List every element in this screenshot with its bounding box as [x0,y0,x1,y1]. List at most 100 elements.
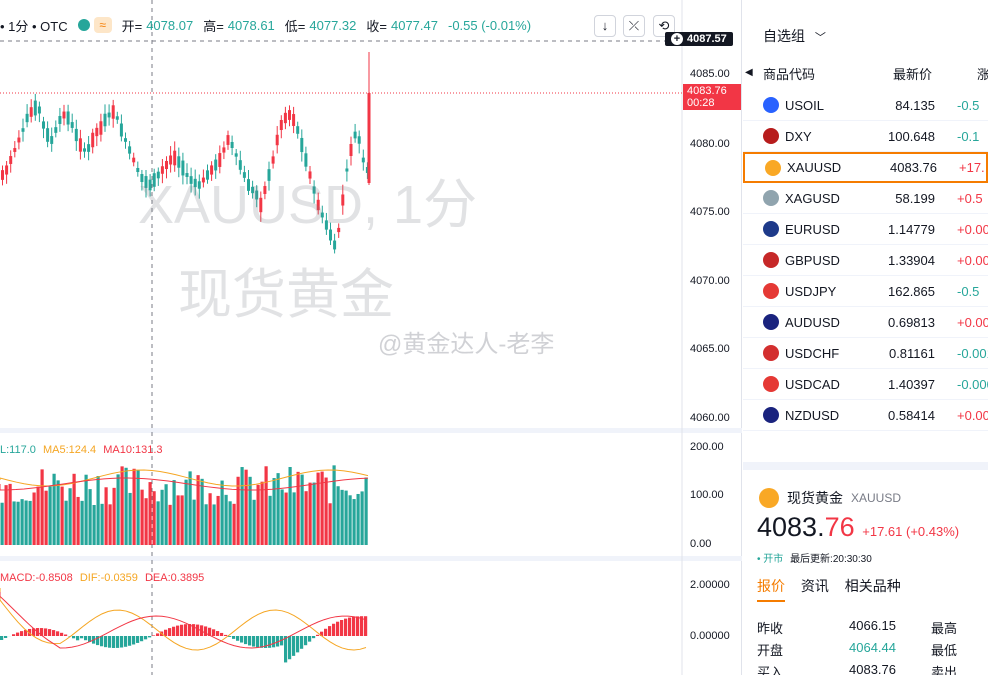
volume-bar [180,495,184,545]
col-symbol[interactable]: 商品代码 [763,64,815,83]
crosshair-price-tag: +4087.57 [665,32,733,46]
row-change: +17. [959,160,985,175]
plus-icon[interactable]: + [671,33,683,45]
open-label: 开= [121,18,143,34]
col-change[interactable]: 涨 [977,64,988,83]
volume-bar [64,500,68,545]
macd-bar [0,636,4,640]
flag-icon [763,221,779,237]
watchlist-row[interactable]: USDCHF 0.81161 -0.001 [743,338,988,369]
volume-bar [176,495,180,545]
watchlist-row[interactable]: USDCAD 1.40397 -0.000 [743,369,988,400]
volume-bar [116,474,120,545]
tab-related[interactable]: 相关品种 [845,578,901,594]
volume-bar [344,490,348,545]
macd-bar [236,636,240,641]
candle-body [21,128,25,132]
chart-area[interactable]: • 1分 • OTC ≈ 开= 4078.07 高= 4078.61 低= 4077.… [0,0,742,675]
watchlist-row[interactable]: XAUUSD 4083.76 +17. [743,152,988,183]
watchlist-row[interactable]: USOIL 84.135 -0.5 [743,90,988,121]
candle-body [349,143,353,157]
volume-bar [164,484,168,545]
row-last: 0.81161 [888,345,935,361]
macd-bar [120,636,124,648]
volume-bar [168,504,172,545]
macd-bar [72,636,76,639]
candle-body [87,144,91,152]
volume-bar [276,473,280,545]
watchlist-row[interactable]: DXY 100.648 -0.1 [743,121,988,152]
candle-body [279,119,283,131]
volume-bar [304,491,308,545]
candle-body [140,174,144,182]
candle-body [345,168,349,172]
candle-body [103,113,107,127]
volume-bar [220,480,224,545]
macd-bar [224,634,228,636]
candle-body [17,137,21,143]
macd-bar [108,636,112,648]
row-symbol: USDCHF [785,345,840,361]
updated-time: 最后更新:20:30:30 [790,554,872,565]
candle-body [283,112,287,124]
candle-body [308,171,312,179]
watchlist-dropdown[interactable]: 自选组 ﹀ [763,26,826,46]
macd-bar [180,624,184,636]
candle-body [357,136,361,144]
candle-body [136,167,140,173]
candle-body [333,240,337,250]
row-change: +0.002 [957,252,988,268]
candle-body [33,100,37,116]
dif-value: DIF:-0.0359 [79,572,138,584]
col-last[interactable]: 最新价 [893,64,932,83]
volume-bar [32,492,36,545]
macd-bar [52,630,56,636]
candle-body [300,137,304,153]
macd-bar [80,636,84,639]
interval-label[interactable]: • 1分 • OTC [0,16,68,35]
candle-body [132,157,136,163]
macd-bar [352,616,356,636]
gold-icon [759,488,779,508]
watchlist-title: 自选组 [763,28,805,44]
macd-bar [156,633,160,636]
volume-bar [324,477,328,545]
watchlist-row[interactable]: AUDUSD 0.69813 +0.002 [743,307,988,338]
tab-news[interactable]: 资讯 [801,578,829,594]
watchlist-row[interactable]: GBPUSD 1.33904 +0.002 [743,245,988,276]
candle-body [148,179,152,191]
chevron-down-icon: ﹀ [814,32,826,44]
watchlist-row[interactable]: USDJPY 162.865 -0.5 [743,276,988,307]
sort-icon[interactable]: ◀ [745,67,753,78]
tab-quote[interactable]: 报价 [757,578,785,602]
volume-bar [148,482,152,545]
volume-legend: L:117.0 MA5:124.4 MA10:131.3 [0,444,163,456]
volume-axis-label: 200.00 [690,441,724,453]
candle-body [156,171,160,179]
volume-bar [240,467,244,545]
volume-bar [328,503,332,545]
watchlist-row[interactable]: EURUSD 1.14779 +0.001 [743,214,988,245]
candle-body [242,172,246,178]
volume-bar [184,479,188,545]
volume-bar [48,486,52,545]
watchlist-row[interactable]: XAGUSD 58.199 +0.5 [743,183,988,214]
collapse-icon[interactable]: ⤫ [623,15,645,37]
volume-bar [348,495,352,545]
arrow-down-icon[interactable]: ↓ [594,15,616,37]
candle-body [247,179,250,191]
volume-bar [208,493,212,545]
candle-body [9,156,13,164]
symbol-detail: 现货黄金 XAUUSD 4083.76 +17.61 (+0.43%) • 开市… [743,462,988,675]
row-change: -0.001 [957,345,988,361]
row-change: -0.5 [957,283,980,299]
candle-body [193,178,197,188]
watchlist-row[interactable]: NZDUSD 0.58414 +0.004 [743,400,988,431]
bid-label: 买入 [757,665,784,675]
row-change: -0.000 [957,376,988,392]
macd-bar [244,636,248,645]
volume-bar [264,466,268,545]
wave-icon[interactable]: ≈ [93,17,112,33]
volume-bar [292,492,296,545]
candle-body [361,157,365,163]
